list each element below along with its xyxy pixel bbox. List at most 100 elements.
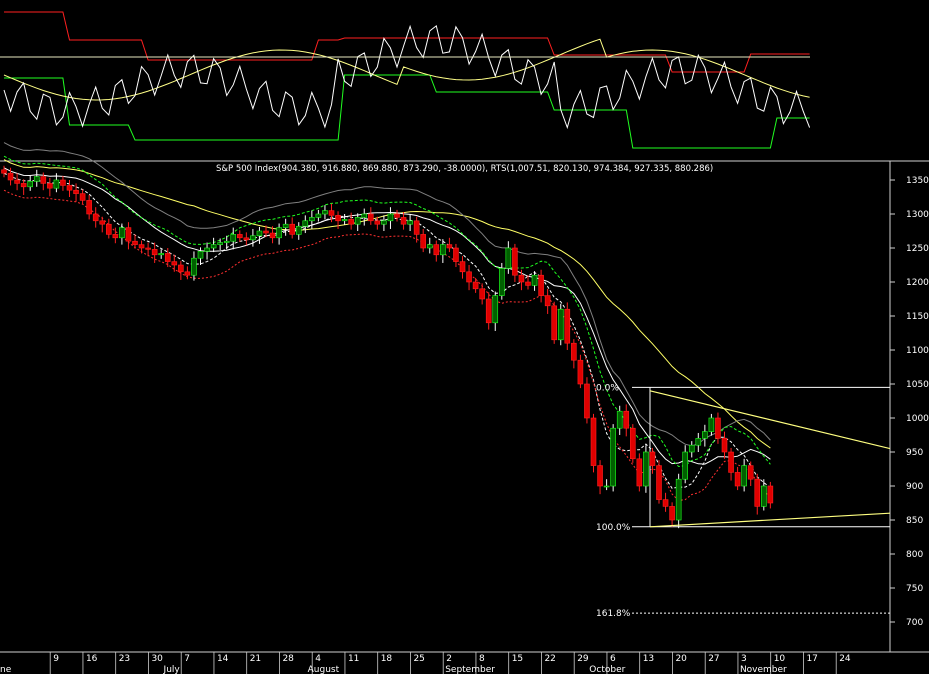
candle-body [145, 247, 151, 250]
price-tick-label: 750 [906, 584, 923, 594]
date-tick-label: 29 [577, 654, 589, 664]
candle-body [361, 213, 368, 218]
date-tick-label: 15 [512, 654, 523, 664]
candle-body [263, 230, 269, 234]
candle-body [728, 451, 734, 473]
date-tick-label: 2 [446, 654, 452, 664]
candle-body [86, 200, 92, 215]
month-label: July [163, 665, 181, 674]
candle-body [577, 359, 584, 385]
candle-body [695, 438, 702, 446]
candle-body [623, 410, 630, 429]
candle-body [597, 465, 603, 487]
date-tick-label: 30 [151, 654, 163, 664]
candle-body [151, 249, 158, 256]
price-tick-label: 850 [906, 516, 923, 526]
date-tick-label: 23 [119, 654, 130, 664]
candle-body [407, 220, 413, 225]
candle-body [14, 179, 20, 184]
candle-body [7, 172, 14, 181]
candle-body [348, 219, 354, 225]
candle-body [446, 244, 453, 249]
candle-body [669, 506, 675, 521]
candle-body [73, 189, 79, 194]
price-tick-label: 1000 [906, 414, 929, 424]
date-tick-label: 6 [610, 654, 616, 664]
candle-body [374, 220, 381, 225]
price-tick-label: 800 [906, 550, 923, 560]
candle-body [354, 217, 361, 225]
candle-body [40, 176, 47, 184]
candle-body [230, 234, 237, 242]
date-tick-label: 17 [806, 654, 817, 664]
fib-level-label: 0.0% [596, 383, 619, 393]
price-tick-label: 1350 [906, 176, 929, 186]
candle-body [276, 227, 282, 239]
candle-body [741, 465, 747, 487]
candle-body [413, 220, 420, 235]
candle-body [571, 342, 577, 361]
candle-body [79, 193, 86, 201]
candle-body [643, 451, 649, 487]
candle-body [715, 417, 721, 439]
candle-body [498, 268, 505, 296]
candle-body [708, 417, 715, 432]
date-tick-label: 8 [479, 654, 485, 664]
candle-body [662, 499, 669, 507]
candle-body [178, 264, 184, 273]
price-tick-label: 1300 [906, 210, 929, 220]
candle-body [381, 220, 387, 225]
candle-body [420, 234, 427, 249]
fib-level-label: 100.0% [596, 523, 631, 533]
candle-body [616, 410, 623, 429]
candle-body [459, 261, 466, 273]
candle-body [197, 251, 204, 259]
date-tick-label: 3 [741, 654, 747, 664]
candle-body [584, 383, 590, 419]
candle-body [479, 288, 485, 300]
price-tick-label: 1050 [906, 380, 929, 390]
candle-body [322, 210, 328, 215]
stock-chart: S&P 500 Index(904.380, 916.880, 869.880,… [0, 0, 929, 674]
candle-body [544, 295, 551, 307]
candle-body [734, 472, 741, 487]
date-tick-label: 11 [348, 654, 359, 664]
candle-body [295, 225, 302, 235]
candle-body [335, 215, 341, 222]
candle-body [702, 431, 708, 439]
candle-body [466, 271, 472, 283]
candle-body [112, 234, 119, 239]
candle-body [256, 230, 263, 237]
candle-body [158, 253, 164, 256]
month-label: September [445, 665, 495, 674]
candle-body [289, 223, 296, 235]
candle-body [747, 465, 754, 480]
candle-body [675, 478, 682, 521]
candle-body [400, 217, 407, 225]
date-tick-label: 4 [315, 654, 321, 664]
date-tick-label: 10 [774, 654, 786, 664]
candle-body [99, 220, 106, 225]
candle-body [426, 244, 433, 249]
month-label: October [589, 665, 625, 674]
candle-body [721, 438, 728, 453]
date-tick-label: 20 [675, 654, 687, 664]
candle-body [20, 183, 27, 188]
date-tick-label: 7 [184, 654, 190, 664]
candle-body [367, 213, 374, 222]
date-tick-label: 9 [53, 654, 59, 664]
candle-body [33, 176, 40, 182]
candle-body [171, 261, 178, 266]
candle-body [223, 240, 230, 243]
candle-body [564, 308, 571, 344]
candle-body [269, 232, 276, 239]
candle-body [682, 451, 689, 480]
price-tick-label: 700 [906, 618, 923, 628]
candle-body [440, 244, 446, 256]
candle-body [164, 253, 171, 262]
date-tick-label: 22 [544, 654, 555, 664]
candle-body [649, 451, 656, 466]
date-tick-label: 14 [217, 654, 229, 664]
candle-body [394, 213, 400, 218]
candle-body [629, 427, 636, 460]
